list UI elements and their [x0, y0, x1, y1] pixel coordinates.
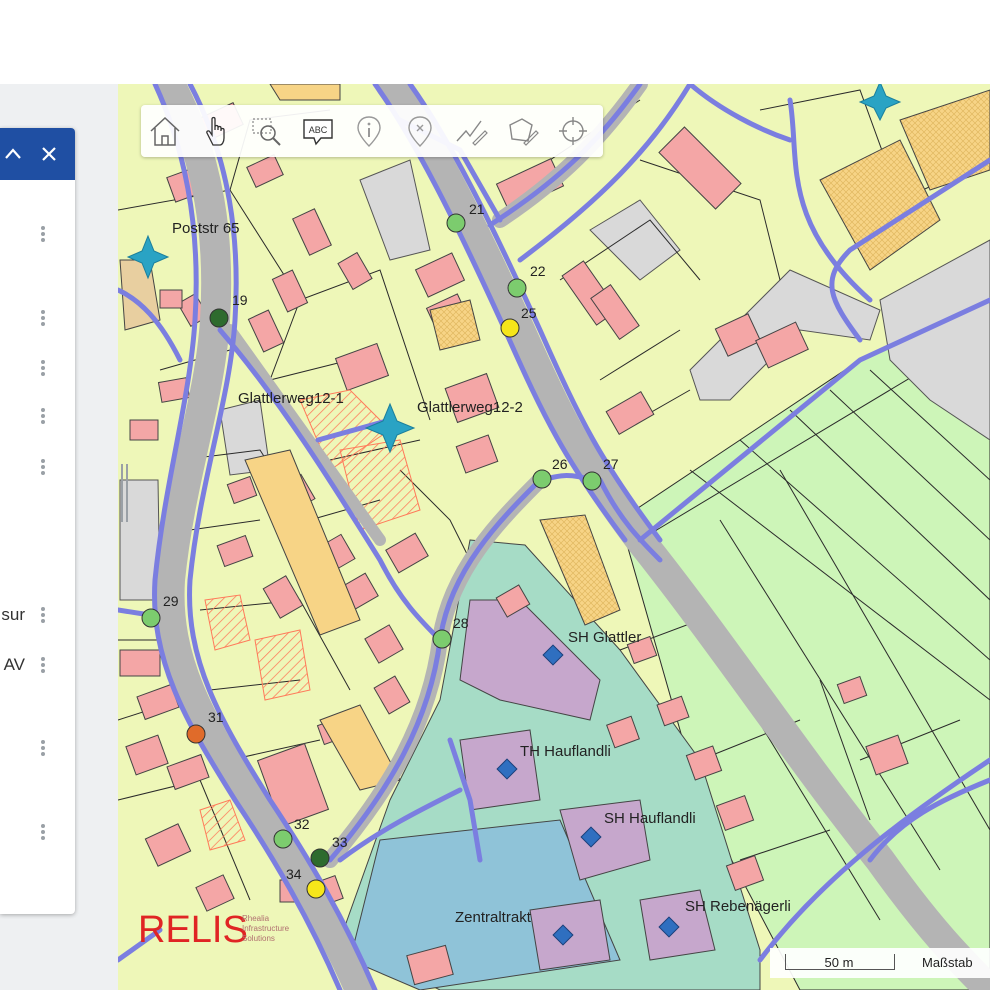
svg-text:22: 22 — [530, 263, 546, 279]
map-toolbar: ABC — [141, 105, 603, 157]
svg-text:Infrastructure: Infrastructure — [242, 924, 290, 933]
map-label: Glattlerweg12-1 — [238, 390, 344, 407]
map-label: Glattlerweg12-2 — [417, 399, 523, 416]
svg-text:34: 34 — [286, 866, 302, 882]
kebab-menu-icon[interactable] — [38, 738, 48, 760]
kebab-menu-icon[interactable] — [38, 406, 48, 428]
scale-text: Maßstab — [922, 955, 973, 970]
scale-bar-label: 50 m — [824, 955, 854, 970]
kebab-menu-icon[interactable] — [38, 655, 48, 677]
home-icon[interactable] — [145, 111, 185, 151]
measure-line-icon[interactable] — [451, 111, 491, 151]
zoom-area-icon[interactable] — [247, 111, 287, 151]
svg-text:ABC: ABC — [309, 125, 328, 135]
layer-row-label: AV — [3, 655, 25, 674]
map-label: Poststr 65 — [172, 220, 240, 237]
kebab-menu-icon[interactable] — [38, 358, 48, 380]
map-view[interactable]: Poststr 65 Glattlerweg12-1 Glattlerweg12… — [118, 84, 990, 990]
kebab-menu-icon[interactable] — [38, 308, 48, 330]
app-header — [0, 0, 990, 84]
map-label: TH Hauflandli — [520, 743, 611, 760]
svg-text:26: 26 — [552, 456, 568, 472]
svg-text:27: 27 — [603, 456, 619, 472]
svg-text:25: 25 — [521, 305, 537, 321]
marker-icon[interactable] — [400, 111, 440, 151]
svg-text:28: 28 — [453, 615, 469, 631]
panel-resize-handle[interactable] — [121, 464, 129, 522]
chevron-up-icon[interactable] — [1, 140, 25, 168]
layer-panel: sur AV — [0, 128, 75, 914]
svg-text:19: 19 — [232, 292, 248, 308]
kebab-menu-icon[interactable] — [38, 457, 48, 479]
svg-text:RELIS: RELIS — [138, 909, 248, 950]
svg-text:Solutions: Solutions — [242, 934, 275, 943]
hand-pointer-icon[interactable] — [196, 111, 236, 151]
layer-row-label: sur — [1, 605, 25, 624]
kebab-menu-icon[interactable] — [38, 605, 48, 627]
map-label: SH Rebenägerli — [685, 898, 791, 915]
svg-text:32: 32 — [294, 816, 310, 832]
svg-text:33: 33 — [332, 834, 348, 850]
measure-area-icon[interactable] — [502, 111, 542, 151]
map-label: SH Glattler — [568, 629, 641, 646]
logo-tagline: Rhealia — [242, 914, 270, 923]
map-label: SH Hauflandli — [604, 810, 696, 827]
kebab-menu-icon[interactable] — [38, 224, 48, 246]
locate-icon[interactable] — [553, 111, 593, 151]
map-label: Zentraltrakt — [455, 909, 532, 926]
info-icon[interactable] — [349, 111, 389, 151]
layer-panel-header — [0, 128, 75, 180]
close-icon[interactable] — [37, 140, 61, 168]
svg-text:29: 29 — [163, 593, 179, 609]
map-canvas[interactable]: Poststr 65 Glattlerweg12-1 Glattlerweg12… — [118, 84, 990, 990]
relis-logo: RELIS Rhealia Infrastructure Solutions — [138, 905, 338, 951]
map-scale: 50 m Maßstab — [770, 948, 990, 978]
svg-text:21: 21 — [469, 201, 485, 217]
svg-text:31: 31 — [208, 709, 224, 725]
kebab-menu-icon[interactable] — [38, 822, 48, 844]
label-icon[interactable]: ABC — [298, 111, 338, 151]
